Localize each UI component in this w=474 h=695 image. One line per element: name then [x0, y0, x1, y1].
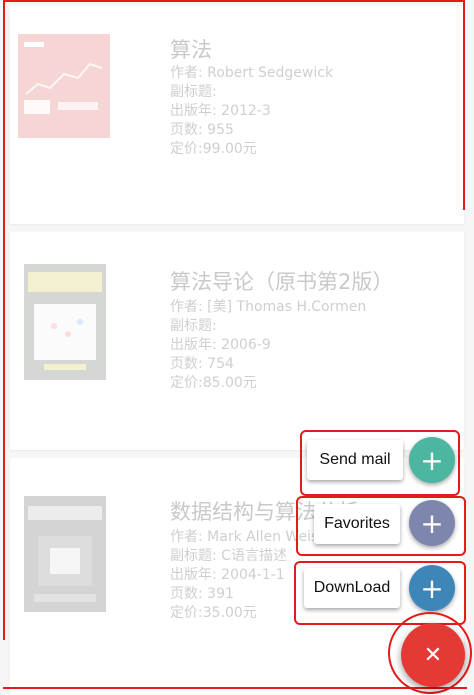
book-pages: 页数: 955	[170, 122, 234, 138]
book-card[interactable]: 算法 作者: Robert Sedgewick 副标题: 出版年: 2012-3…	[10, 6, 464, 224]
favorites-button[interactable]: +	[409, 500, 455, 546]
book-meta: 作者: Robert Sedgewick 副标题: 出版年: 2012-3 页数…	[170, 64, 333, 159]
plus-icon: +	[420, 443, 444, 477]
book-price: 定价:85.00元	[170, 375, 257, 391]
favorites-label[interactable]: Favorites	[314, 504, 400, 544]
annotation-outline-right	[463, 0, 466, 210]
plus-icon: +	[420, 506, 444, 540]
book-meta: 作者: [美] Thomas H.Cormen 副标题: 出版年: 2006-9…	[170, 298, 366, 393]
book-published: 出版年: 2012-3	[170, 103, 271, 119]
book-price: 定价:99.00元	[170, 141, 257, 157]
close-speed-dial-button[interactable]: ✕	[401, 623, 465, 687]
send-mail-button[interactable]: +	[409, 437, 455, 483]
book-title: 算法	[170, 38, 212, 62]
plus-icon: +	[420, 571, 444, 605]
annotation-outline-top	[3, 0, 465, 3]
book-author: 作者: [美] Thomas H.Cormen	[170, 299, 367, 315]
book-pages: 页数: 754	[170, 356, 234, 372]
book-title: 算法导论（原书第2版）	[170, 270, 394, 294]
book-subtitle: 副标题:	[170, 318, 217, 334]
book-author: 作者: Robert Sedgewick	[170, 65, 334, 81]
annotation-outline-left	[3, 0, 6, 640]
download-label[interactable]: DownLoad	[304, 568, 400, 608]
book-published: 出版年: 2006-9	[170, 337, 271, 353]
annotation-outline-bottom	[3, 687, 467, 689]
screen: 算法 作者: Robert Sedgewick 副标题: 出版年: 2012-3…	[0, 0, 474, 695]
send-mail-label[interactable]: Send mail	[307, 440, 403, 480]
book-subtitle: 副标题:	[170, 84, 217, 100]
close-icon: ✕	[423, 642, 443, 668]
download-button[interactable]: +	[409, 565, 455, 611]
book-card[interactable]: 算法导论（原书第2版） 作者: [美] Thomas H.Cormen 副标题:…	[10, 232, 464, 450]
book-cover-image	[24, 496, 106, 612]
book-cover-image	[18, 34, 110, 138]
book-cover-image	[24, 264, 106, 380]
